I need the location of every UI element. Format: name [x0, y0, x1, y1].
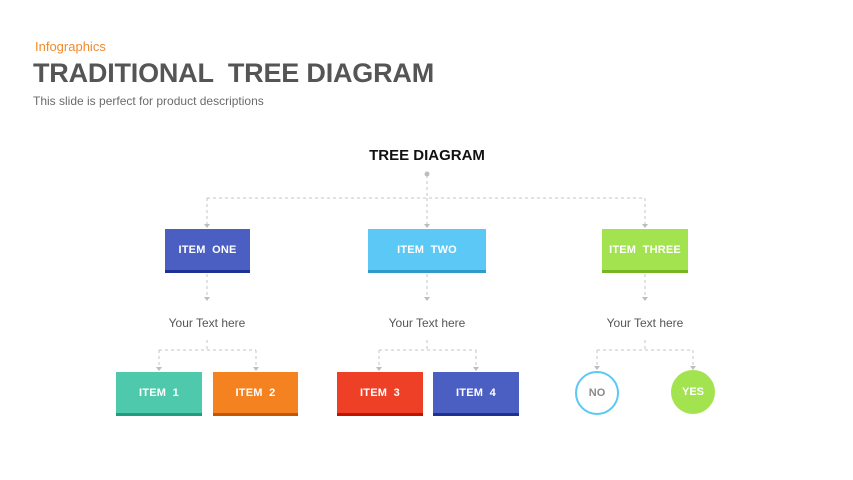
arrow-caption-1	[204, 297, 210, 301]
child-item-3: ITEM 3	[337, 372, 423, 416]
child-item-1: ITEM 1	[116, 372, 202, 416]
arrow-child-5	[594, 366, 600, 370]
branch-3-caption: Your Text here	[606, 316, 684, 330]
branch-2-caption: Your Text here	[388, 316, 466, 330]
arrow-child-3	[376, 367, 382, 371]
decision-no-circle: NO	[575, 371, 619, 415]
branch-item-three: ITEM THREE	[602, 229, 688, 273]
decision-yes-circle: YES	[671, 370, 715, 414]
child-item-2: ITEM 2	[213, 372, 298, 416]
arrow-branch-2	[424, 224, 430, 228]
arrow-child-4	[473, 367, 479, 371]
root-dot	[424, 171, 430, 177]
arrow-caption-3	[642, 297, 648, 301]
child-item-4: ITEM 4	[433, 372, 519, 416]
branch-1-caption: Your Text here	[168, 316, 246, 330]
arrow-branch-1	[204, 224, 210, 228]
arrow-child-2	[253, 367, 259, 371]
branch-item-two: ITEM TWO	[368, 229, 486, 273]
arrow-branch-3	[642, 224, 648, 228]
branch-item-one: ITEM ONE	[165, 229, 250, 273]
arrow-caption-2	[424, 297, 430, 301]
arrow-child-1	[156, 367, 162, 371]
